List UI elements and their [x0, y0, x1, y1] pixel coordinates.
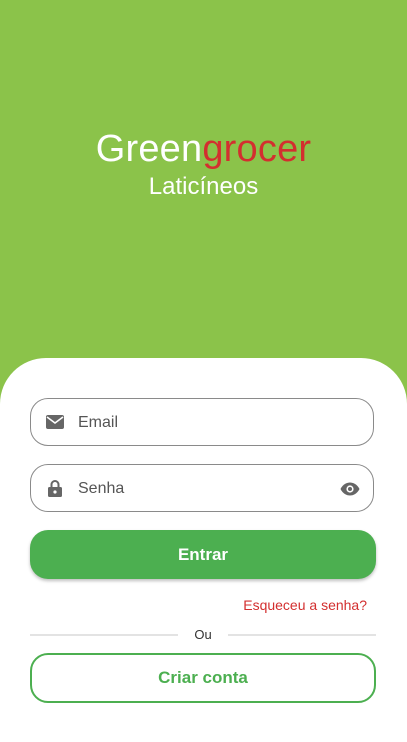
divider-left: [30, 634, 178, 636]
divider-right: [228, 634, 376, 636]
brand-part-grocer: grocer: [202, 128, 312, 170]
forgot-password-link[interactable]: Esqueceu a senha?: [243, 596, 367, 614]
app-logo-text: Greengrocer: [0, 127, 407, 171]
mail-icon: [45, 412, 65, 432]
email-placeholder: Email: [78, 414, 119, 431]
password-placeholder: Senha: [78, 480, 125, 497]
password-field[interactable]: Senha: [30, 464, 374, 512]
email-field[interactable]: Email: [30, 398, 374, 446]
lock-icon: [45, 478, 65, 498]
eye-icon[interactable]: [339, 478, 361, 500]
brand-part-green: Green: [95, 128, 203, 170]
create-account-button[interactable]: Criar conta: [30, 653, 376, 703]
subtitle: Laticíneos: [148, 173, 259, 200]
or-label: Ou: [194, 627, 212, 642]
login-button[interactable]: Entrar: [30, 530, 376, 579]
